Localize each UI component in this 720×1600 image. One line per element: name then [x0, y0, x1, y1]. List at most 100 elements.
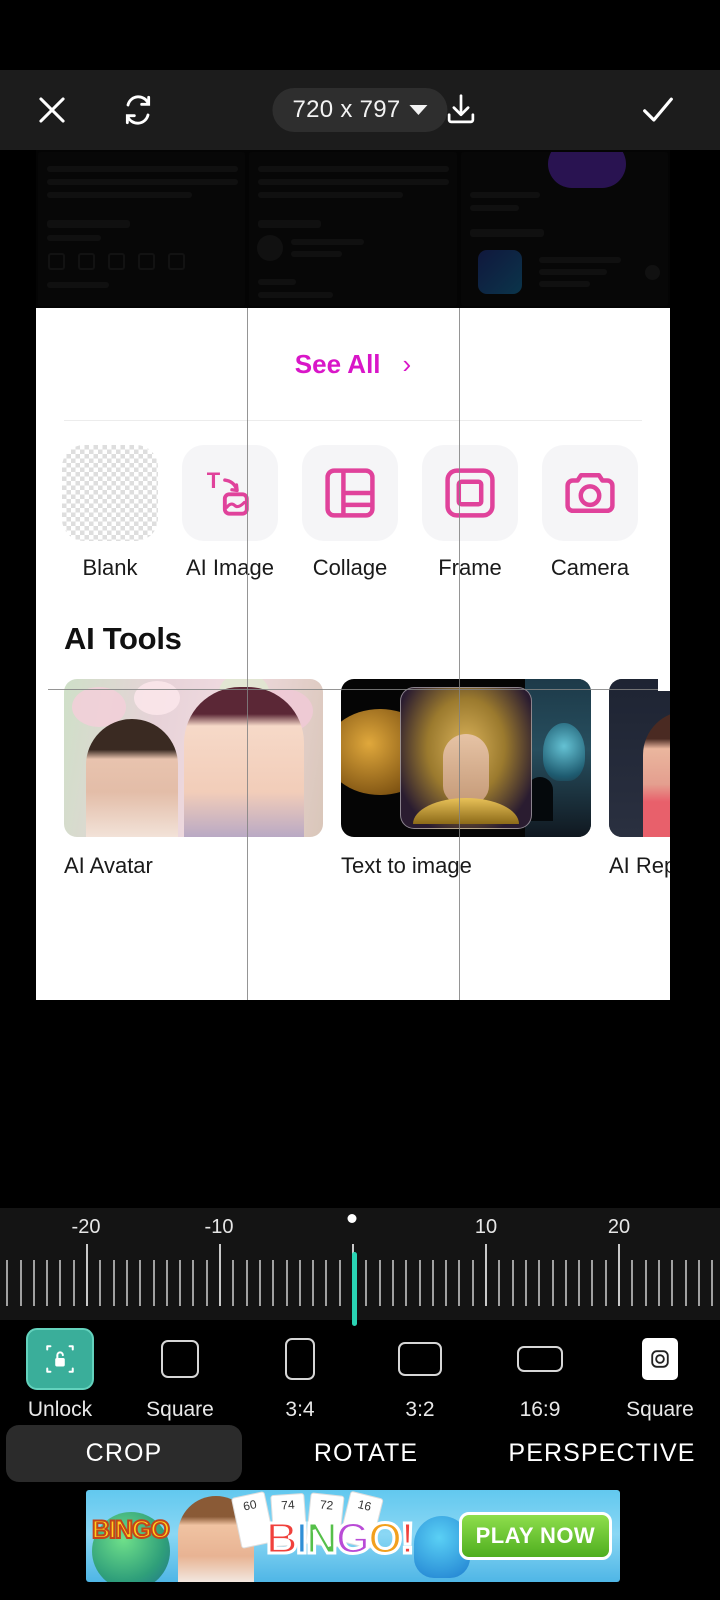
tool-blank[interactable]: Blank [62, 445, 158, 581]
ruler-tick [604, 1260, 607, 1306]
ruler-tick [591, 1260, 594, 1306]
chevron-right-icon: › [402, 348, 412, 379]
tool-ai-image[interactable]: T AI Image [182, 445, 278, 581]
canvas-size-selector[interactable]: 720 x 797 [272, 88, 448, 132]
tool-frame[interactable]: Frame [422, 445, 518, 581]
camera-icon [542, 445, 638, 541]
ai-replace-thumbnail [609, 679, 670, 837]
aspect-ratio-3-2[interactable]: 3:2 [360, 1320, 480, 1422]
tool-camera[interactable]: Camera [542, 445, 638, 581]
ruler-tick [498, 1260, 501, 1306]
ruler-tick [152, 1260, 155, 1306]
ruler-tick [564, 1260, 567, 1306]
portrait-ratio-icon [285, 1338, 315, 1380]
aspect-ratio-label: Unlock [27, 1398, 93, 1421]
tool-collage[interactable]: Collage [302, 445, 398, 581]
crop-dim-top [0, 150, 720, 308]
ad-brand-label: BINGO [91, 1515, 171, 1545]
ruler-tick [6, 1260, 9, 1306]
ruler-indicator-dot [347, 1214, 357, 1223]
tool-label: Collage [312, 555, 388, 580]
ruler-tick [418, 1260, 421, 1306]
ruler-tick [551, 1260, 554, 1306]
top-toolbar: 720 x 797 [0, 70, 720, 150]
ruler-label: 20 [607, 1216, 631, 1238]
ruler-tick [657, 1260, 660, 1306]
aspect-ratio-label: 3:4 [285, 1398, 315, 1421]
ruler-tick [245, 1260, 248, 1306]
ruler-tick [631, 1260, 634, 1306]
unlock-padlock-icon [26, 1328, 94, 1390]
ruler-indicator[interactable] [352, 1252, 357, 1326]
ruler-tick [338, 1260, 341, 1306]
canvas-size-value: 720 x 797 [292, 96, 401, 123]
text-to-image-thumbnail [341, 679, 591, 837]
ruler-label: 10 [474, 1216, 498, 1238]
instagram-square-icon [642, 1338, 678, 1380]
ruler-tick [139, 1260, 142, 1306]
aspect-ratio-row: Unlock Square 3:4 3:2 16:9 Square [0, 1320, 720, 1422]
ruler-tick [431, 1260, 434, 1306]
ruler-tick [112, 1260, 115, 1306]
ruler-label: -20 [71, 1216, 101, 1238]
ad-title-letter: G [334, 1513, 371, 1565]
ruler-tick [445, 1260, 448, 1306]
aspect-ratio-label: Square [626, 1398, 694, 1421]
ai-tool-label: Text to image [341, 853, 472, 878]
crop-canvas[interactable]: See All › Blank T AI Image Collage Frame… [0, 150, 720, 1208]
ruler-tick [72, 1260, 75, 1306]
tab-rotate[interactable]: ROTATE [248, 1425, 484, 1482]
tool-label: Camera [550, 555, 630, 580]
ruler-tick [405, 1260, 408, 1306]
ruler-tick [285, 1260, 288, 1306]
ad-title-letter: I [294, 1513, 309, 1565]
see-all-link[interactable]: See All › [36, 308, 670, 420]
ad-banner[interactable]: BINGO 60 74 72 16 BINGO! PLAY NOW [86, 1490, 620, 1582]
close-icon[interactable] [20, 78, 84, 142]
ad-play-now-button[interactable]: PLAY NOW [458, 1512, 612, 1560]
ruler-tick [511, 1260, 514, 1306]
aspect-ratio-3-4[interactable]: 3:4 [240, 1320, 360, 1422]
tab-crop[interactable]: CROP [6, 1424, 242, 1482]
ruler-tick [312, 1260, 315, 1306]
aspect-ratio-unlock[interactable]: Unlock [0, 1320, 120, 1422]
source-image-crop-content: See All › Blank T AI Image Collage Frame… [36, 308, 670, 1000]
ruler-tick [59, 1260, 62, 1306]
ruler-tick [99, 1260, 102, 1306]
ruler-tick [46, 1260, 49, 1306]
widescreen-ratio-icon [517, 1346, 563, 1372]
frame-icon [422, 445, 518, 541]
ruler-tick [618, 1244, 620, 1306]
aspect-ratio-16-9[interactable]: 16:9 [480, 1320, 600, 1422]
status-bar [0, 0, 720, 70]
checkmark-icon[interactable] [626, 78, 690, 142]
ruler-tick [272, 1260, 275, 1306]
ai-image-icon: T [182, 445, 278, 541]
ruler-tick [365, 1260, 368, 1306]
ad-title-letter: ! [399, 1513, 417, 1565]
tool-label: AI Image [185, 555, 275, 580]
ai-tools-heading: AI Tools [64, 621, 182, 656]
ai-tool-text-to-image[interactable]: Text to image [341, 679, 591, 879]
ruler-tick [205, 1260, 208, 1306]
svg-text:T: T [207, 468, 221, 493]
ruler-label: -10 [204, 1216, 234, 1238]
ruler-tick [192, 1260, 195, 1306]
tab-perspective[interactable]: PERSPECTIVE [484, 1425, 720, 1482]
ruler-tick [179, 1260, 182, 1306]
tool-label: Blank [82, 555, 138, 580]
ruler-tick [485, 1244, 487, 1306]
aspect-ratio-instagram-square[interactable]: Square [600, 1320, 720, 1422]
download-icon[interactable] [429, 78, 493, 142]
ai-tool-ai-avatar[interactable]: AI Avatar [64, 679, 323, 879]
aspect-ratio-square[interactable]: Square [120, 1320, 240, 1422]
aspect-ratio-label: 16:9 [519, 1398, 561, 1421]
ai-tool-ai-replace[interactable]: AI Replace [609, 679, 670, 879]
ad-title-letter: N [305, 1513, 340, 1565]
ruler-tick [697, 1260, 700, 1306]
ruler-tick [538, 1260, 541, 1306]
reset-rotate-icon[interactable] [106, 78, 170, 142]
collage-icon [302, 445, 398, 541]
ad-title-letter: B [265, 1513, 300, 1565]
rotation-ruler[interactable]: -20 -10 10 20 [0, 1208, 720, 1326]
